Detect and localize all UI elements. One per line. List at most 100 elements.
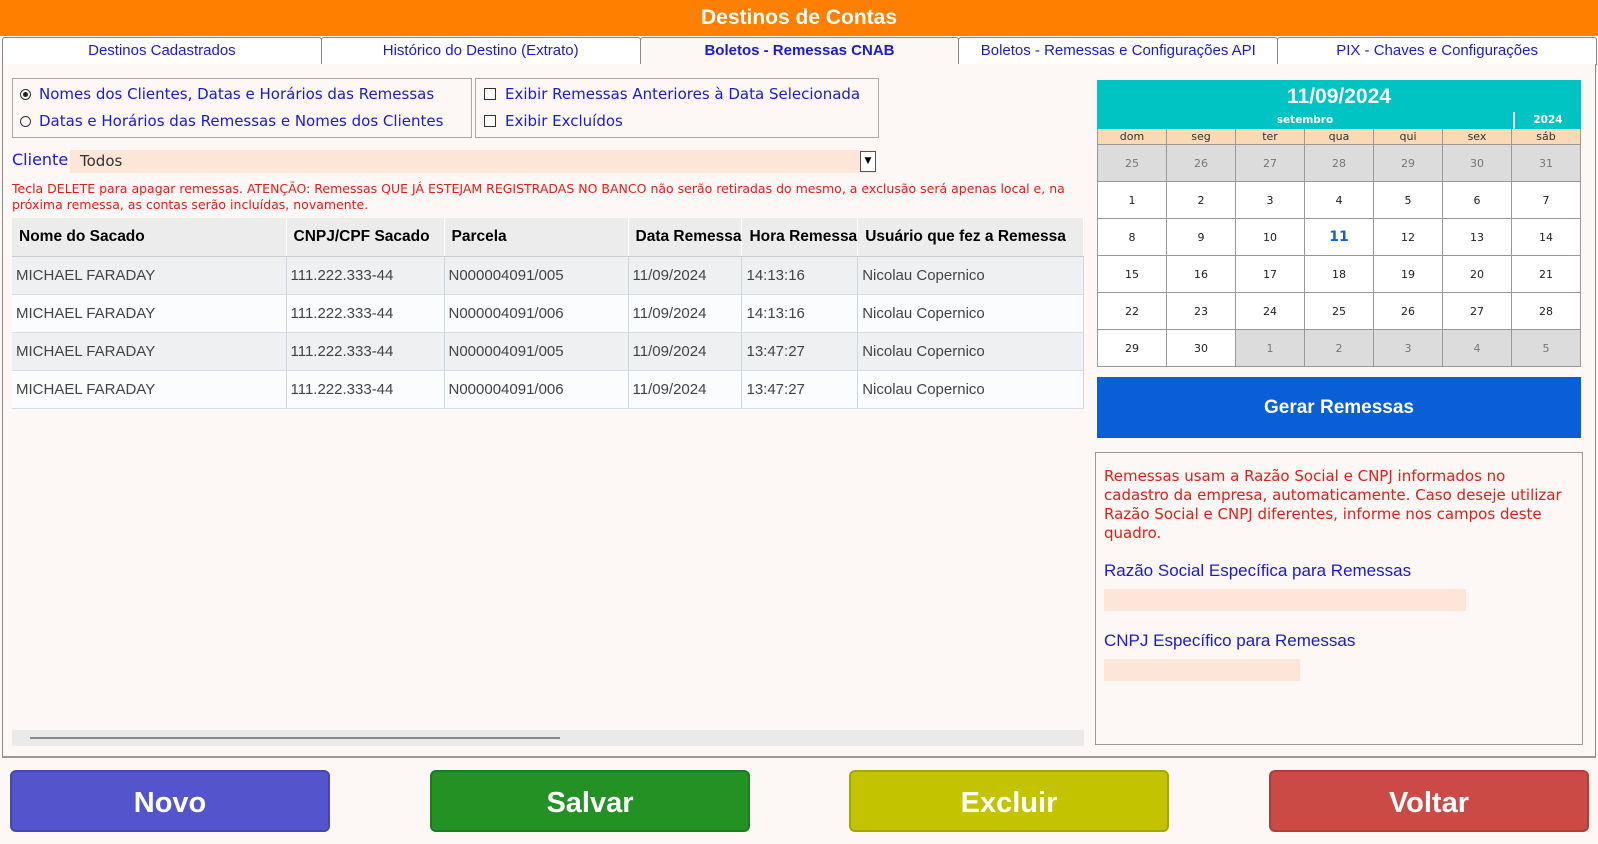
cell-usuario[interactable]: Nicolau Copernico [857, 370, 1084, 409]
calendar-day[interactable]: 8 [1098, 219, 1167, 256]
calendar-year[interactable]: 2024 [1515, 112, 1581, 129]
cell-hora[interactable]: 13:47:27 [741, 332, 859, 371]
calendar-day[interactable]: 12 [1374, 219, 1443, 256]
cell-usuario[interactable]: Nicolau Copernico [857, 332, 1084, 371]
calendar-day[interactable]: 5 [1374, 182, 1443, 219]
calendar-day[interactable]: 13 [1443, 219, 1512, 256]
table-row[interactable]: MICHAEL FARADAY 111.222.333-44 N00000409… [12, 332, 1084, 371]
tab-pix-chaves[interactable]: PIX - Chaves e Configurações [1277, 37, 1597, 65]
cell-data[interactable]: 11/09/2024 [628, 370, 743, 409]
checkbox-icon[interactable] [484, 88, 496, 100]
tab-boletos-remessas-api[interactable]: Boletos - Remessas e Configurações API [958, 37, 1279, 65]
cell-data[interactable]: 11/09/2024 [628, 332, 743, 371]
calendar-day[interactable]: 26 [1167, 145, 1236, 182]
calendar-day[interactable]: 2 [1305, 330, 1374, 367]
cell-nome[interactable]: MICHAEL FARADAY [12, 370, 287, 409]
calendar-day[interactable]: 30 [1167, 330, 1236, 367]
show-previous-checkbox[interactable]: Exibir Remessas Anteriores à Data Seleci… [484, 85, 860, 103]
calendar-day[interactable]: 5 [1512, 330, 1581, 367]
cell-parcela[interactable]: N000004091/006 [444, 370, 629, 409]
column-header-usuario[interactable]: Usuário que fez a Remessa [857, 218, 1084, 257]
calendar-day[interactable]: 7 [1512, 182, 1581, 219]
cell-cnpj[interactable]: 111.222.333-44 [286, 370, 445, 409]
cell-cnpj[interactable]: 111.222.333-44 [286, 294, 445, 333]
calendar-day[interactable]: 1 [1098, 182, 1167, 219]
sort-option-dates-first[interactable]: Datas e Horários das Remessas e Nomes do… [20, 112, 443, 130]
generate-remittances-button[interactable]: Gerar Remessas [1097, 377, 1581, 438]
cell-parcela[interactable]: N000004091/005 [444, 256, 629, 295]
calendar-day[interactable]: 17 [1236, 256, 1305, 293]
cell-nome[interactable]: MICHAEL FARADAY [12, 332, 287, 371]
column-header-cnpj[interactable]: CNPJ/CPF Sacado [286, 218, 445, 257]
calendar-day[interactable]: 25 [1305, 293, 1374, 330]
calendar-day[interactable]: 27 [1443, 293, 1512, 330]
calendar-day[interactable]: 9 [1167, 219, 1236, 256]
calendar-day[interactable]: 15 [1098, 256, 1167, 293]
tab-destinos-cadastrados[interactable]: Destinos Cadastrados [2, 37, 322, 65]
tab-boletos-remessas-cnab[interactable]: Boletos - Remessas CNAB [639, 37, 960, 65]
calendar-day[interactable]: 19 [1374, 256, 1443, 293]
client-select[interactable]: Todos ▼ [70, 150, 876, 173]
cell-nome[interactable]: MICHAEL FARADAY [12, 294, 287, 333]
cell-usuario[interactable]: Nicolau Copernico [857, 256, 1084, 295]
column-header-nome[interactable]: Nome do Sacado [12, 218, 287, 257]
cell-hora[interactable]: 13:47:27 [741, 370, 859, 409]
radio-selected-icon[interactable] [20, 88, 31, 100]
show-deleted-checkbox[interactable]: Exibir Excluídos [484, 112, 623, 130]
back-button[interactable]: Voltar [1269, 770, 1589, 832]
calendar-day[interactable]: 3 [1374, 330, 1443, 367]
calendar-day[interactable]: 28 [1512, 293, 1581, 330]
cnpj-input[interactable] [1104, 659, 1300, 681]
calendar-month[interactable]: setembro [1097, 112, 1515, 129]
radio-unselected-icon[interactable] [20, 115, 31, 127]
calendar-day[interactable]: 26 [1374, 293, 1443, 330]
calendar-day[interactable]: 4 [1443, 330, 1512, 367]
sort-option-names-first[interactable]: Nomes dos Clientes, Datas e Horários das… [20, 85, 434, 103]
cell-data[interactable]: 11/09/2024 [628, 256, 743, 295]
tab-historico-destino[interactable]: Histórico do Destino (Extrato) [320, 37, 641, 65]
column-header-hora[interactable]: Hora Remessa [741, 218, 859, 257]
calendar-day[interactable]: 21 [1512, 256, 1581, 293]
calendar-day[interactable]: 10 [1236, 219, 1305, 256]
calendar-day[interactable]: 18 [1305, 256, 1374, 293]
chevron-down-icon[interactable]: ▼ [860, 151, 876, 172]
delete-button[interactable]: Excluir [849, 770, 1169, 832]
calendar-day[interactable]: 27 [1236, 145, 1305, 182]
table-row[interactable]: MICHAEL FARADAY 111.222.333-44 N00000409… [12, 256, 1084, 295]
calendar-day[interactable]: 14 [1512, 219, 1581, 256]
cell-parcela[interactable]: N000004091/006 [444, 294, 629, 333]
calendar-day[interactable]: 25 [1098, 145, 1167, 182]
calendar-day[interactable]: 1 [1236, 330, 1305, 367]
calendar-day[interactable]: 4 [1305, 182, 1374, 219]
cell-hora[interactable]: 14:13:16 [741, 294, 859, 333]
calendar-day[interactable]: 31 [1512, 145, 1581, 182]
calendar-day[interactable]: 3 [1236, 182, 1305, 219]
horizontal-scrollbar[interactable] [12, 730, 1084, 746]
save-button[interactable]: Salvar [430, 770, 750, 832]
razao-social-input[interactable] [1104, 589, 1466, 611]
cell-hora[interactable]: 14:13:16 [741, 256, 859, 295]
calendar-day[interactable]: 29 [1098, 330, 1167, 367]
cell-cnpj[interactable]: 111.222.333-44 [286, 256, 445, 295]
cell-data[interactable]: 11/09/2024 [628, 294, 743, 333]
calendar-day[interactable]: 20 [1443, 256, 1512, 293]
cell-cnpj[interactable]: 111.222.333-44 [286, 332, 445, 371]
column-header-parcela[interactable]: Parcela [444, 218, 629, 257]
calendar-day[interactable]: 30 [1443, 145, 1512, 182]
scrollbar-thumb[interactable] [30, 737, 560, 739]
cell-usuario[interactable]: Nicolau Copernico [857, 294, 1084, 333]
calendar-day[interactable]: 29 [1374, 145, 1443, 182]
calendar-day[interactable]: 23 [1167, 293, 1236, 330]
calendar-day[interactable]: 22 [1098, 293, 1167, 330]
cell-nome[interactable]: MICHAEL FARADAY [12, 256, 287, 295]
new-button[interactable]: Novo [10, 770, 330, 832]
column-header-data[interactable]: Data Remessa [628, 218, 743, 257]
table-row[interactable]: MICHAEL FARADAY 111.222.333-44 N00000409… [12, 370, 1084, 409]
cell-parcela[interactable]: N000004091/005 [444, 332, 629, 371]
calendar-day-selected[interactable]: 11 [1305, 219, 1374, 256]
calendar-day[interactable]: 6 [1443, 182, 1512, 219]
calendar-day[interactable]: 28 [1305, 145, 1374, 182]
calendar-day[interactable]: 16 [1167, 256, 1236, 293]
table-row[interactable]: MICHAEL FARADAY 111.222.333-44 N00000409… [12, 294, 1084, 333]
checkbox-icon[interactable] [484, 115, 496, 127]
